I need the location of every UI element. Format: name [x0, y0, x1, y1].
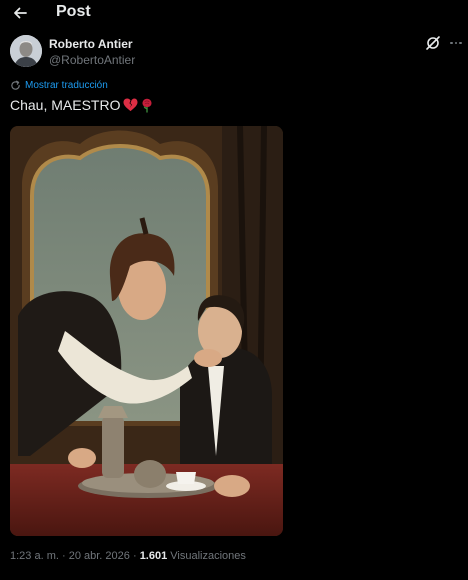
post-time[interactable]: 1:23 a. m.: [10, 550, 59, 562]
views-label: Visualizaciones: [170, 550, 246, 562]
translate-link[interactable]: Mostrar traducción: [10, 80, 108, 91]
more-icon-dot: [454, 41, 458, 45]
post-meta: 1:23 a. m. · 20 abr. 2026 · 1.601 Visual…: [10, 550, 246, 562]
avatar-photo: [10, 35, 42, 67]
translate-label: Mostrar traducción: [25, 80, 108, 91]
back-button[interactable]: [10, 3, 30, 23]
separator: ·: [61, 550, 66, 562]
broken-heart-emoji: [123, 98, 138, 112]
author-handle[interactable]: @RobertoAntier: [49, 53, 135, 67]
post-image[interactable]: [10, 126, 283, 536]
avatar[interactable]: [10, 35, 42, 67]
views-count: 1.601: [139, 550, 168, 562]
translate-icon: [11, 80, 20, 90]
post-date[interactable]: 20 abr. 2026: [69, 550, 130, 562]
tweet-text: Chau, MAESTRO: [10, 97, 153, 113]
more-icon-dot: [459, 41, 462, 45]
tweet-text-content: Chau, MAESTRO: [10, 97, 121, 113]
author-name[interactable]: Roberto Antier: [49, 37, 133, 51]
arrow-left-icon: [14, 7, 27, 19]
page-title: Post: [56, 3, 91, 20]
rose-emoji: [142, 98, 152, 113]
more-button[interactable]: [447, 34, 465, 52]
more-icon: [450, 41, 453, 45]
grok-icon: [426, 36, 440, 50]
grok-button[interactable]: [424, 34, 442, 52]
vintage-photo: [10, 126, 283, 536]
separator: ·: [132, 550, 137, 562]
post-header: Post: [0, 0, 468, 26]
